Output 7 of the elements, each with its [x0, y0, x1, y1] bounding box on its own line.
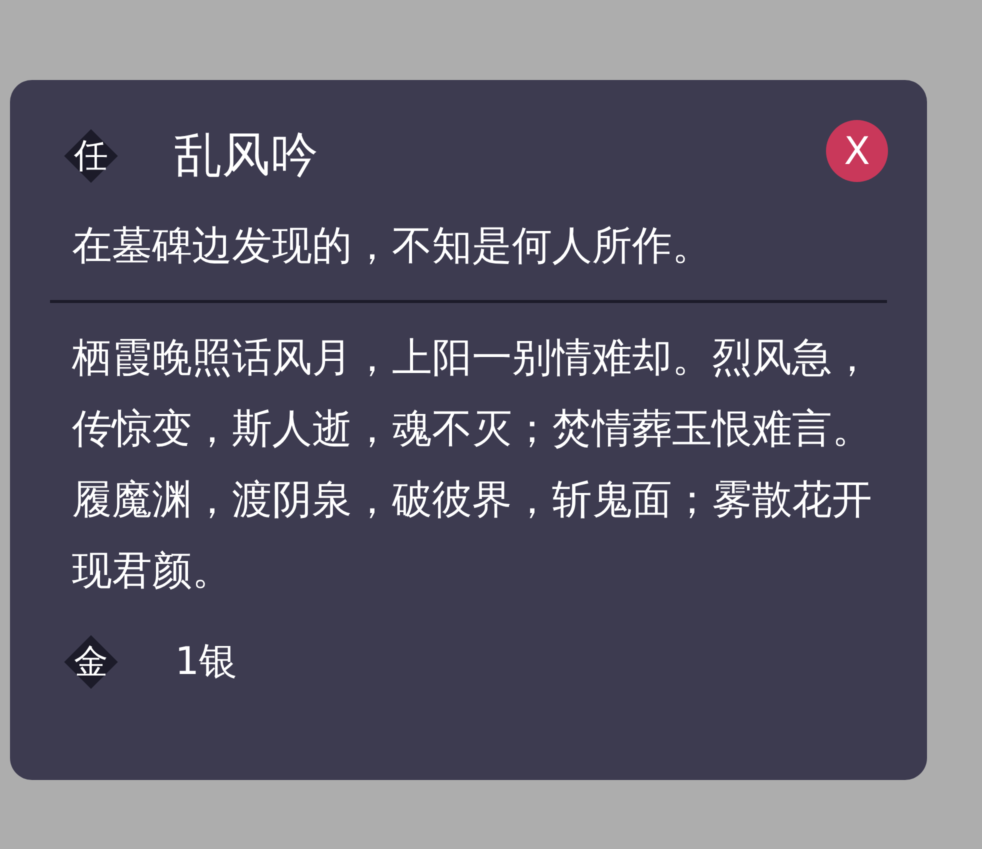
- currency-badge: 金: [64, 635, 118, 689]
- poem-text: 栖霞晚照话风月，上阳一别情难却。烈风急，传惊变，斯人逝，魂不灭；焚情葬玉恨难言。履魔渊，渡阴泉，破彼界，斩鬼面；雾散花开现君颜。: [72, 334, 873, 596]
- item-name: 乱风吟: [174, 128, 318, 182]
- item-description: 在墓碑边发现的，不知是何人所作。: [72, 222, 713, 270]
- close-button[interactable]: X: [826, 120, 888, 182]
- price-value: 1银: [175, 639, 238, 685]
- category-badge: 任: [64, 129, 118, 183]
